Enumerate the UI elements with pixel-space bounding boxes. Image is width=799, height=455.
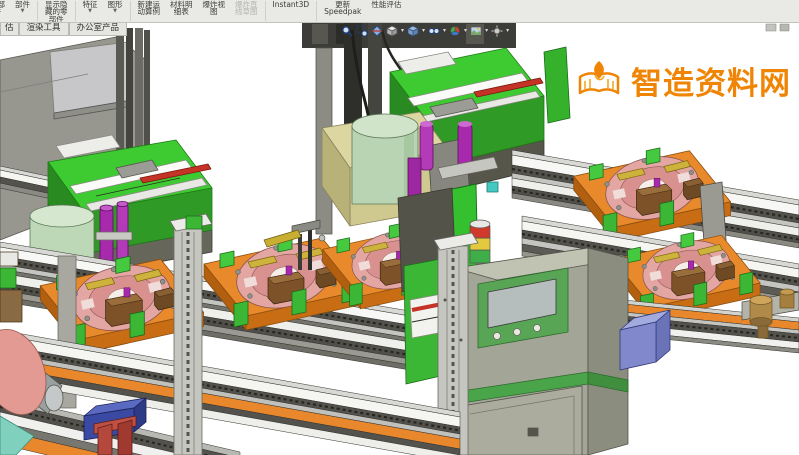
tab-label: 办公室产品 bbox=[77, 23, 120, 33]
book-flame-logo-icon bbox=[575, 57, 623, 103]
panel-button[interactable] bbox=[534, 325, 541, 332]
ribbon-button-explode-line-sketch: 爆炸直 线草图 bbox=[230, 0, 263, 22]
tab-render-tools[interactable]: 渲染工具 bbox=[19, 22, 69, 36]
button-label: 特征 bbox=[83, 1, 98, 8]
button-label: 件 bbox=[0, 8, 1, 15]
tab-evaluate[interactable]: 估 bbox=[0, 22, 19, 36]
dropdown-caret-icon[interactable]: ▾ bbox=[443, 28, 446, 34]
ribbon-button-update-speedpak[interactable]: 更新 Speedpak bbox=[319, 0, 366, 22]
tab-office-products[interactable]: 办公室产品 bbox=[69, 22, 128, 36]
dropdown-caret-icon[interactable]: ▾ bbox=[401, 28, 404, 34]
apply-scene-icon[interactable] bbox=[470, 25, 482, 37]
button-label: 细表 bbox=[174, 8, 189, 15]
ribbon-separator bbox=[265, 1, 266, 21]
control-cabinet[interactable] bbox=[455, 248, 628, 455]
button-label: Instant3D bbox=[273, 1, 310, 8]
zoom-area-icon[interactable] bbox=[356, 25, 368, 37]
command-manager-tabs: 估 渲染工具 办公室产品 bbox=[0, 22, 127, 36]
watermark-logo: 智造资料网 bbox=[575, 57, 791, 103]
signal-green-segment bbox=[470, 250, 490, 263]
dropdown-caret-icon: ▼ bbox=[88, 8, 92, 14]
panel-button[interactable] bbox=[514, 329, 521, 336]
button-label: 图 bbox=[210, 8, 218, 15]
ribbon-button-new-motion-study[interactable]: 新建运 动算例 bbox=[133, 0, 166, 22]
view-orientation-icon[interactable] bbox=[386, 25, 398, 37]
dropdown-caret-icon[interactable]: ▾ bbox=[464, 28, 467, 34]
watermark-text: 智造资料网 bbox=[631, 58, 791, 103]
ribbon-separator bbox=[316, 1, 317, 21]
tab-label: 估 bbox=[5, 23, 14, 33]
ribbon-separator bbox=[130, 1, 131, 21]
zoom-fit-icon[interactable] bbox=[341, 25, 353, 37]
ribbon-button-exploded-view[interactable]: 爆炸视 图 bbox=[198, 0, 231, 22]
ribbon-button-performance-evaluation[interactable]: 性能评估 bbox=[366, 0, 406, 22]
ribbon-separator bbox=[37, 1, 38, 21]
view-settings-icon[interactable] bbox=[491, 25, 503, 37]
dropdown-caret-icon[interactable]: ▾ bbox=[422, 28, 425, 34]
ribbon-button-insert-component[interactable]: 零部 件 bbox=[0, 0, 10, 22]
viewport-corner-marks bbox=[766, 24, 789, 31]
door-hinge bbox=[528, 428, 538, 436]
dropdown-caret-icon: ▼ bbox=[21, 8, 25, 14]
command-manager-ribbon: 零部 件 部件 ▼ 显示隐 藏的零 部件 特征 ▼ 图形 ▼ 新建运 动算例 材… bbox=[0, 0, 799, 23]
hide-show-items-icon[interactable] bbox=[428, 25, 440, 37]
button-label: 性能评估 bbox=[371, 1, 401, 8]
ribbon-button-bill-of-materials[interactable]: 材料明 细表 bbox=[165, 0, 198, 22]
ribbon-button-instant3d[interactable]: Instant3D bbox=[268, 0, 315, 22]
heads-up-view-toolbar: ▾ ▾ ▾ ▾ ▾ ▾ bbox=[341, 25, 509, 37]
dropdown-caret-icon[interactable]: ▾ bbox=[485, 28, 488, 34]
panel-button[interactable] bbox=[494, 333, 501, 340]
display-style-icon[interactable] bbox=[407, 25, 419, 37]
section-view-icon[interactable] bbox=[371, 25, 383, 37]
button-label: 线草图 bbox=[235, 8, 258, 15]
button-label: Speedpak bbox=[324, 8, 361, 15]
ribbon-button-reference-geometry[interactable]: 图形 ▼ bbox=[103, 0, 128, 22]
ribbon-separator bbox=[75, 1, 76, 21]
ribbon-button-show-hidden-components[interactable]: 显示隐 藏的零 部件 bbox=[40, 0, 73, 22]
ribbon-button-component[interactable]: 部件 ▼ bbox=[10, 0, 35, 22]
button-label: 部件 bbox=[15, 1, 30, 8]
button-label: 动算例 bbox=[138, 8, 161, 15]
button-label: 部件 bbox=[49, 16, 64, 23]
dropdown-caret-icon: ▼ bbox=[113, 8, 117, 14]
button-label: 图形 bbox=[108, 1, 123, 8]
tab-label: 渲染工具 bbox=[27, 23, 61, 33]
dropdown-caret-icon[interactable]: ▾ bbox=[506, 28, 509, 34]
edit-appearance-icon[interactable] bbox=[449, 25, 461, 37]
ribbon-button-assembly-features[interactable]: 特征 ▼ bbox=[78, 0, 103, 22]
